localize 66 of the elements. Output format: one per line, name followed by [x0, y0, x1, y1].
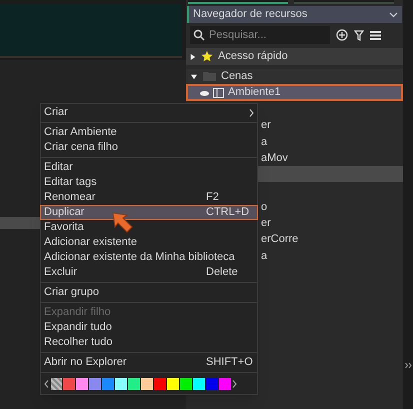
search-field[interactable]: Pesquisar... — [209, 26, 319, 44]
double-chevron-icon[interactable] — [404, 362, 412, 369]
color-swatch[interactable] — [128, 378, 140, 390]
chevron-right-icon — [249, 108, 254, 116]
row-label: a — [261, 134, 268, 150]
color-swatch[interactable] — [76, 378, 88, 390]
row-label: er — [261, 118, 271, 134]
scroll-right-icon[interactable] — [232, 380, 237, 388]
cloud-icon — [200, 90, 209, 96]
row-label: Ambiente1 — [228, 85, 281, 100]
shortcut-label: SHIFT+O — [206, 355, 254, 370]
add-icon[interactable] — [336, 29, 348, 41]
menu-item[interactable]: Renomear F2 — [41, 190, 257, 205]
panel-dropdown[interactable]: Navegador de recursos — [187, 6, 402, 23]
folder-icon — [203, 72, 216, 81]
menu-item[interactable]: Criar cena filho — [41, 140, 257, 155]
folder-row[interactable]: Cenas — [186, 69, 403, 84]
menu-item[interactable]: Editar — [41, 160, 257, 175]
chevron-down-icon — [389, 12, 398, 18]
menu-item[interactable]: Editar tags — [41, 175, 257, 190]
quick-access-label: Acesso rápido — [218, 49, 288, 64]
menu-item[interactable]: Criar grupo — [41, 285, 257, 300]
quick-access-row[interactable]: Acesso rápido — [186, 48, 403, 65]
menu-item[interactable]: Duplicar CTRL+D — [40, 205, 258, 220]
expand-arrow-icon — [191, 72, 197, 80]
star-icon — [201, 51, 213, 62]
color-swatch[interactable] — [115, 378, 126, 390]
menu-icon[interactable] — [370, 30, 381, 40]
search-bar[interactable]: Pesquisar... — [190, 26, 330, 44]
row-label: aMov — [261, 150, 288, 166]
shortcut-label: Delete — [206, 265, 239, 280]
shortcut-label: CTRL+D — [206, 205, 250, 220]
menu-item[interactable]: Favorita — [41, 220, 257, 235]
row-label: er — [261, 216, 271, 231]
tree-row-highlight[interactable] — [258, 166, 403, 182]
color-swatch[interactable] — [102, 378, 114, 390]
menu-item[interactable]: Abrir no Explorer SHIFT+O — [41, 355, 257, 370]
color-swatch[interactable] — [63, 378, 74, 390]
folder-label: Cenas — [221, 69, 253, 84]
search-icon — [193, 29, 205, 41]
row-label: a — [261, 248, 268, 264]
menu-item[interactable]: Excluir Delete — [41, 265, 257, 280]
row-label: erCorre — [261, 232, 298, 248]
menu-item[interactable]: Adicionar existente — [41, 235, 257, 250]
shortcut-label: F2 — [206, 190, 220, 206]
color-swatch[interactable] — [154, 378, 166, 390]
filter-icon[interactable] — [354, 30, 364, 40]
color-swatch[interactable] — [141, 378, 152, 390]
menu-item[interactable]: Criar Ambiente — [41, 125, 257, 140]
color-swatch[interactable] — [89, 378, 100, 390]
color-swatch[interactable] — [206, 378, 218, 390]
row-label: o — [261, 200, 268, 215]
color-swatch[interactable] — [167, 378, 178, 390]
menu-item[interactable]: Expandir tudo — [41, 320, 257, 335]
tree-row[interactable]: Ambiente1 — [186, 84, 403, 101]
scene-icon — [213, 88, 224, 98]
color-swatch[interactable] — [219, 378, 230, 390]
expand-arrow-icon — [190, 52, 196, 60]
menu-item[interactable]: Recolher tudo — [41, 335, 257, 350]
color-swatch[interactable] — [193, 378, 204, 390]
scroll-left-icon[interactable] — [44, 380, 49, 388]
tab[interactable] — [188, 0, 288, 4]
no-color-swatch[interactable] — [50, 378, 62, 390]
menu-item[interactable]: Adicionar existente da Minha biblioteca — [41, 250, 257, 265]
menu-item[interactable]: Criar — [41, 105, 257, 120]
color-swatch[interactable] — [180, 378, 192, 390]
